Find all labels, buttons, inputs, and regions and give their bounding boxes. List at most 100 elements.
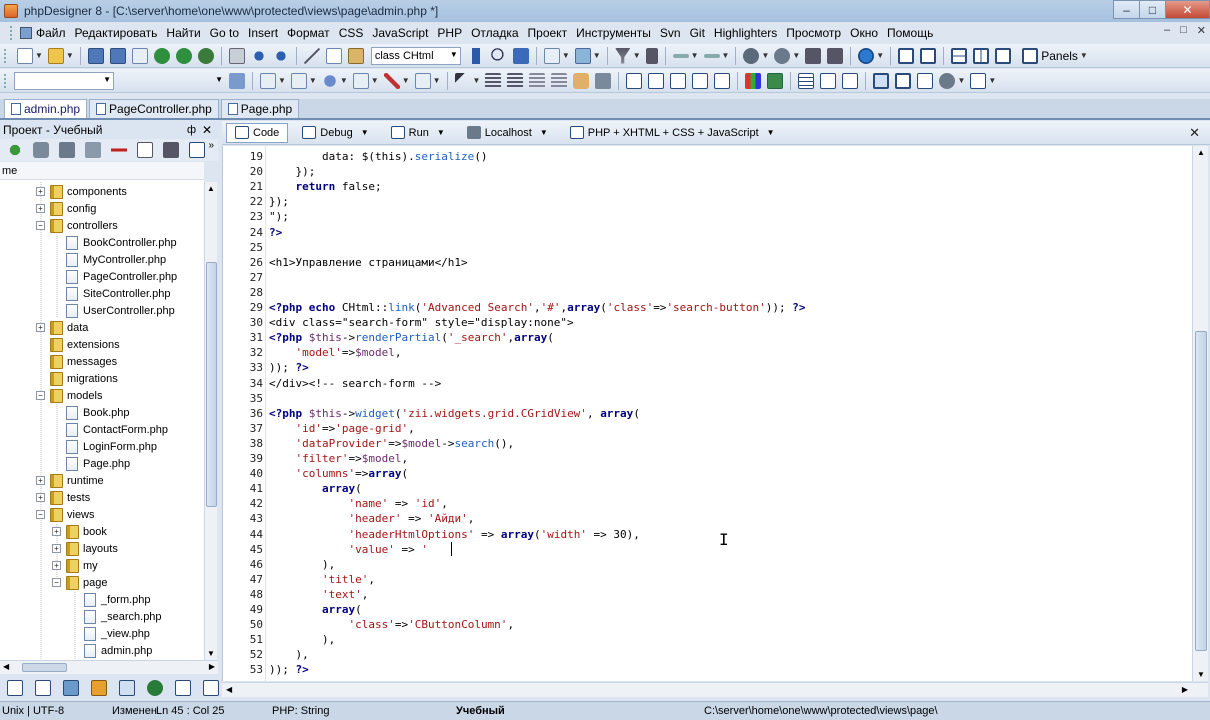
tree-file[interactable]: _view.php	[70, 625, 150, 642]
forward-dropdown-icon[interactable]: ▼	[722, 51, 730, 60]
check-icon[interactable]	[543, 47, 560, 64]
tree-file[interactable]: MyController.php	[52, 251, 166, 268]
mdi-close-button[interactable]: ✕	[1197, 24, 1206, 37]
file-tab-page[interactable]: Page.php	[220, 99, 300, 118]
browser-dropdown-icon[interactable]: ▼	[876, 51, 884, 60]
tree-file[interactable]: LoginForm.php	[52, 438, 157, 455]
menu-item-css[interactable]: CSS	[339, 26, 364, 40]
grid-icon[interactable]	[798, 72, 815, 89]
snippet-icon[interactable]	[827, 47, 844, 64]
menu-item-help[interactable]: Помощь	[887, 26, 933, 40]
tree-folder[interactable]: + layouts	[52, 540, 118, 557]
window-icon[interactable]	[842, 72, 859, 89]
expand-toggle-icon[interactable]: +	[36, 476, 45, 485]
filter-icon[interactable]	[614, 47, 631, 64]
export-dropdown-icon[interactable]: ▼	[957, 76, 965, 85]
scroll-down-icon[interactable]: ▼	[207, 649, 215, 658]
tree-folder[interactable]: + runtime	[36, 472, 104, 489]
tree-folder[interactable]: − page	[52, 574, 107, 591]
menu-item-javascript[interactable]: JavaScript	[372, 26, 428, 40]
debug-dropdown-icon[interactable]: ▼	[761, 51, 769, 60]
forward-arrow-icon[interactable]	[703, 53, 720, 58]
scroll-down-icon[interactable]: ▼	[1197, 670, 1205, 679]
expand-toggle-icon[interactable]: −	[36, 510, 45, 519]
tree-file[interactable]: _search.php	[70, 608, 162, 625]
debug-gear-icon[interactable]	[743, 47, 760, 64]
close-window-button[interactable]: ✕	[1165, 0, 1210, 19]
menu-item-view[interactable]: Просмотр	[786, 26, 841, 40]
table-icon[interactable]	[352, 72, 369, 89]
settings-dropdown-icon[interactable]: ▼	[792, 51, 800, 60]
expand-toggle-icon[interactable]: +	[36, 204, 45, 213]
code-tab[interactable]: Code	[226, 122, 289, 143]
back-dropdown-icon[interactable]: ▼	[691, 51, 699, 60]
layout-2-icon[interactable]	[920, 47, 937, 64]
code-explorer-icon[interactable]	[260, 72, 276, 89]
tree-file[interactable]: Page.php	[52, 455, 130, 472]
cursor-dropdown-icon[interactable]: ▼	[473, 76, 481, 85]
menu-item-tools[interactable]: Инструменты	[576, 26, 651, 40]
cut-icon[interactable]	[303, 47, 320, 64]
close-editor-button[interactable]: ✕	[1189, 125, 1200, 141]
project-settings-icon[interactable]	[33, 142, 49, 158]
project-tree-icon[interactable]	[59, 142, 75, 158]
redo-icon[interactable]	[272, 47, 289, 64]
remove-red-icon[interactable]	[111, 142, 127, 158]
checklist-icon[interactable]	[970, 72, 987, 89]
expand-toggle-icon[interactable]: +	[36, 493, 45, 502]
menu-item-project[interactable]: Проект	[528, 26, 568, 40]
project-tab-icon[interactable]	[7, 680, 23, 696]
project-tree-scrollbar[interactable]: ▲ ▼	[204, 182, 217, 660]
menu-item-format[interactable]: Формат	[287, 26, 330, 40]
expand-toggle-icon[interactable]: +	[36, 187, 45, 196]
undo-icon[interactable]	[250, 47, 267, 64]
run-tab[interactable]: Run ▼	[383, 123, 453, 143]
project-tree-hscrollbar[interactable]: ◀ ▶	[0, 660, 218, 674]
class-combo[interactable]: class CHtml ▼	[370, 46, 461, 65]
mdi-restore-button[interactable]: □	[1180, 24, 1187, 37]
tree-file[interactable]: UserController.php	[52, 302, 175, 319]
check-dropdown-icon[interactable]: ▼	[562, 51, 570, 60]
word-wrap-icon[interactable]	[626, 72, 643, 89]
replace-icon[interactable]	[512, 47, 529, 64]
tree-folder[interactable]: + tests	[36, 489, 90, 506]
table-dropdown-icon[interactable]: ▼	[371, 76, 379, 85]
menu-item-git[interactable]: Git	[690, 26, 705, 40]
tree-file[interactable]: ContactForm.php	[52, 421, 168, 438]
export-project-icon[interactable]	[163, 142, 179, 158]
file-tab-admin[interactable]: admin.php	[4, 99, 88, 118]
expand-toggle-icon[interactable]: −	[36, 391, 45, 400]
scroll-up-icon[interactable]: ▲	[207, 184, 215, 193]
tree-folder[interactable]: extensions	[36, 336, 120, 353]
open-folder-icon[interactable]	[47, 47, 64, 64]
outdent-icon[interactable]	[507, 72, 524, 89]
scroll-up-icon[interactable]: ▲	[1197, 148, 1205, 157]
menu-item-svn[interactable]: Svn	[660, 26, 681, 40]
menu-item-file[interactable]: Файл	[36, 26, 66, 40]
picture-icon[interactable]	[767, 72, 784, 89]
find-icon[interactable]	[490, 47, 507, 64]
editor-vscrollbar[interactable]: ▲ ▼	[1192, 146, 1208, 681]
add-green-icon[interactable]	[7, 142, 23, 158]
scrollbar-thumb[interactable]	[22, 663, 67, 672]
image-icon[interactable]	[574, 47, 591, 64]
line-numbers-icon[interactable]	[670, 72, 687, 89]
highlighter-tab[interactable]: PHP + XHTML + CSS + JavaScript ▼	[562, 123, 783, 143]
checklist-dropdown-icon[interactable]: ▼	[988, 76, 996, 85]
expand-toggle-icon[interactable]: −	[36, 221, 45, 230]
hand-icon[interactable]	[573, 72, 590, 89]
bookmark-icon[interactable]	[645, 47, 658, 64]
tree-folder[interactable]: + components	[36, 183, 127, 200]
scrollbar-thumb[interactable]	[206, 262, 217, 507]
browser-globe-icon[interactable]	[858, 47, 875, 64]
open-dropdown-icon[interactable]: ▼	[66, 51, 74, 60]
split-icon[interactable]	[820, 72, 837, 89]
save-all-icon[interactable]	[109, 47, 126, 64]
library-tab-icon[interactable]	[91, 680, 107, 696]
save-icon[interactable]	[87, 47, 104, 64]
image-tab-icon[interactable]	[63, 680, 79, 696]
properties-icon[interactable]	[917, 72, 934, 89]
function-combo[interactable]: ▼	[14, 71, 114, 90]
minimize-button[interactable]: –	[1113, 0, 1140, 19]
image-dropdown-icon[interactable]: ▼	[593, 51, 601, 60]
